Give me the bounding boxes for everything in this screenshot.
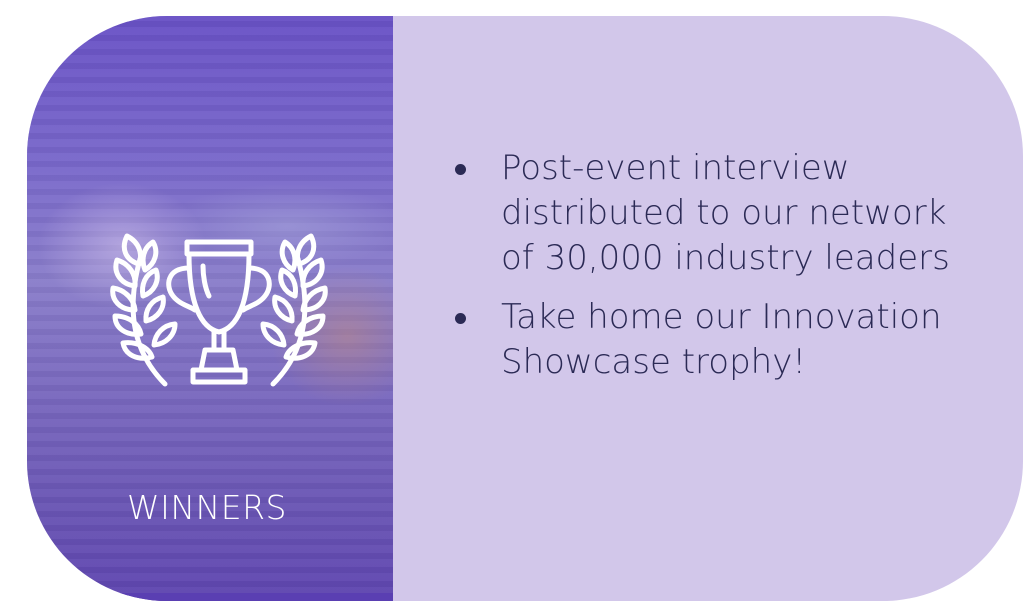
winners-image-panel: WINNERS <box>27 16 393 601</box>
benefit-text: Take home our Innovation Showcase trophy… <box>501 297 942 382</box>
panel-bottom-strip <box>27 593 393 601</box>
trophy-icon <box>110 233 328 387</box>
benefits-list: Post-event interview distributed to our … <box>451 146 971 399</box>
benefits-panel: Post-event interview distributed to our … <box>393 16 1023 601</box>
list-item: Take home our Innovation Showcase trophy… <box>451 295 971 385</box>
bullet-icon <box>455 313 466 324</box>
winners-card: WINNERS Post-event interview distributed… <box>27 16 1023 601</box>
bullet-icon <box>455 164 466 175</box>
winners-label: WINNERS <box>127 488 287 527</box>
benefit-text: Post-event interview distributed to our … <box>501 148 950 278</box>
list-item: Post-event interview distributed to our … <box>451 146 971 281</box>
